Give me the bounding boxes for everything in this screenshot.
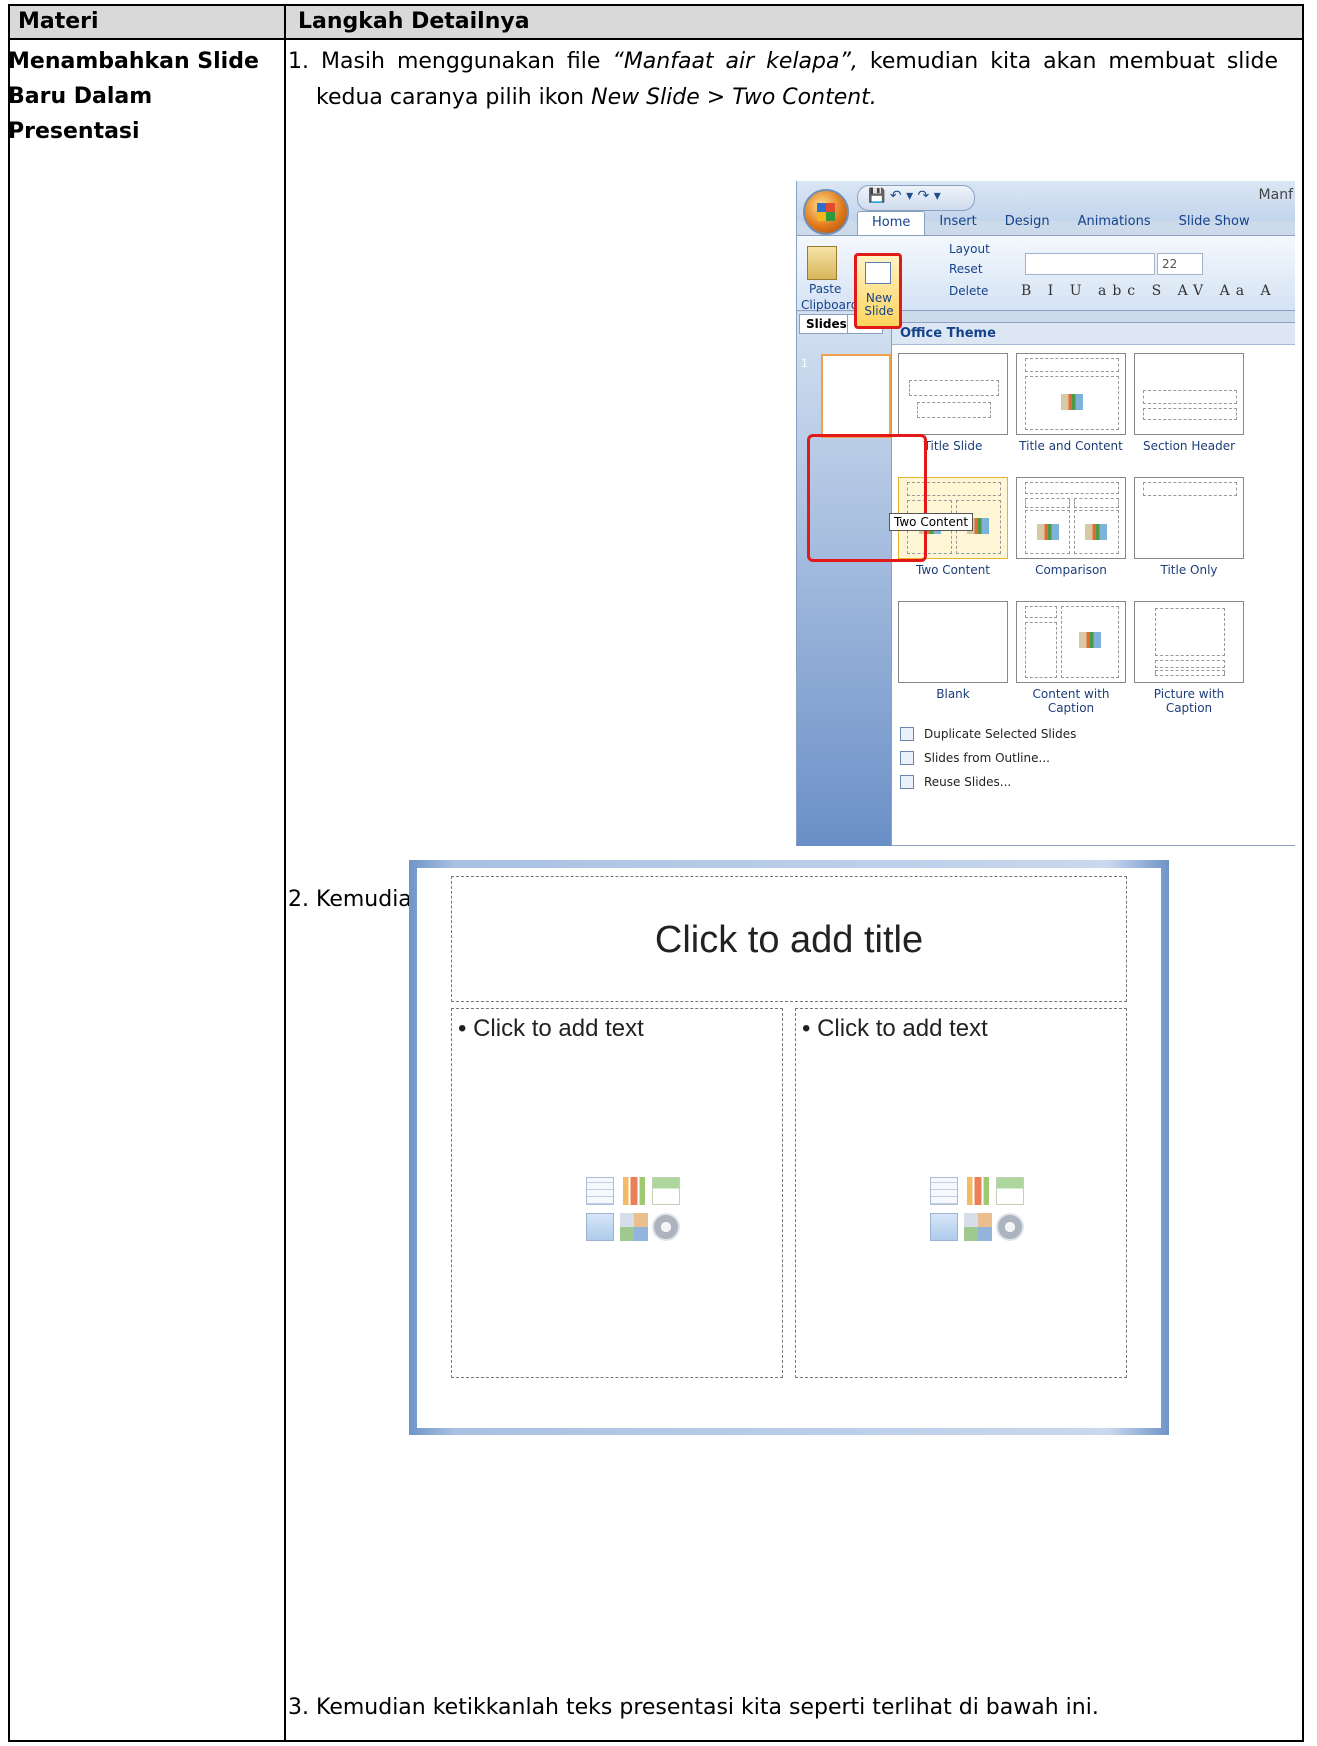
tab-insert[interactable]: Insert	[925, 211, 990, 235]
right-placeholder-text: • Click to add text	[802, 1015, 988, 1042]
tab-slides[interactable]: Slides	[799, 314, 854, 334]
layout-gallery: Office Theme Title Slide Title and Conte…	[891, 322, 1295, 846]
layout-picture-with-caption[interactable]: Picture with Caption	[1134, 601, 1244, 715]
slides-from-outline-icon	[900, 751, 914, 765]
two-content-highlight	[807, 434, 927, 562]
right-content-placeholder[interactable]: • Click to add text	[795, 1008, 1127, 1378]
insert-media-icon[interactable]	[652, 1213, 680, 1241]
new-slide-icon	[865, 262, 891, 284]
insert-clipart-icon[interactable]	[620, 1213, 648, 1241]
layout-label: Content with Caption	[1032, 687, 1110, 715]
layout-comparison[interactable]: Comparison	[1016, 477, 1126, 577]
layout-title-only[interactable]: Title Only	[1134, 477, 1244, 577]
topic-cell: Menambahkan Slide Baru Dalam Presentasi	[8, 49, 259, 144]
title-placeholder-text: Click to add title	[654, 919, 924, 961]
layout-blank[interactable]: Blank	[898, 601, 1008, 701]
step1-path: New Slide > Two Content.	[591, 85, 877, 110]
menu-duplicate-selected-slides[interactable]: Duplicate Selected Slides	[924, 727, 1076, 741]
slide-canvas: Click to add title • Click to add text •…	[417, 868, 1161, 1428]
insert-smartart-icon[interactable]	[652, 1177, 680, 1205]
office-theme-header: Office Theme	[892, 323, 1295, 345]
layout-label: Blank	[936, 687, 970, 701]
format-buttons[interactable]: B I U abc S AV Aa A	[1021, 283, 1277, 299]
menu-slides-from-outline[interactable]: Slides from Outline...	[924, 751, 1050, 765]
paste-icon[interactable]	[807, 246, 837, 280]
step1-prefix: 1. Masih menggunakan file	[288, 49, 613, 74]
column-divider	[284, 6, 286, 1740]
two-content-tooltip: Two Content	[889, 513, 974, 531]
layout-label: Two Content	[915, 563, 991, 577]
insert-chart-icon[interactable]	[620, 1177, 648, 1205]
font-name-box[interactable]	[1025, 253, 1155, 275]
slide-preview-frame: Click to add title • Click to add text •…	[409, 860, 1169, 1435]
table-header-row: Materi Langkah Detailnya	[10, 6, 1302, 40]
step-3: 3. Kemudian ketikkanlah teks presentasi …	[288, 1695, 1099, 1720]
insert-table-icon[interactable]	[930, 1177, 958, 1205]
window-title: Manf	[1258, 187, 1293, 203]
layout-label: Picture with Caption	[1153, 687, 1225, 715]
left-placeholder-text: • Click to add text	[458, 1015, 644, 1042]
layout-button[interactable]: Layout	[949, 242, 990, 256]
reset-button[interactable]: Reset	[949, 262, 983, 276]
layout-label: Comparison	[1035, 563, 1107, 577]
insert-smartart-icon[interactable]	[996, 1177, 1024, 1205]
tab-design[interactable]: Design	[991, 211, 1064, 235]
insert-table-icon[interactable]	[586, 1177, 614, 1205]
layout-label: Section Header	[1142, 439, 1236, 453]
content-icons-right	[930, 1177, 1024, 1245]
insert-picture-icon[interactable]	[586, 1213, 614, 1241]
tab-animations[interactable]: Animations	[1064, 211, 1165, 235]
menu-reuse-slides[interactable]: Reuse Slides...	[924, 775, 1011, 789]
tab-slide-show[interactable]: Slide Show	[1165, 211, 1264, 235]
slide-thumbnail[interactable]	[821, 354, 891, 438]
new-slide-button[interactable]: New Slide	[854, 253, 902, 329]
layout-content-with-caption[interactable]: Content with Caption	[1016, 601, 1126, 715]
ribbon-tabs: Home Insert Design Animations Slide Show	[857, 211, 1264, 235]
clipboard-group-label: Clipboard	[801, 298, 859, 312]
step-1: 1. Masih menggunakan file “Manfaat air k…	[288, 44, 1278, 116]
tab-home[interactable]: Home	[857, 211, 926, 235]
insert-media-icon[interactable]	[996, 1213, 1024, 1241]
header-materi: Materi	[18, 9, 99, 34]
delete-button[interactable]: Delete	[949, 284, 988, 298]
layout-section-header[interactable]: Section Header	[1134, 353, 1244, 453]
layout-title-and-content[interactable]: Title and Content	[1016, 353, 1126, 453]
thumbnail-number: 1	[801, 357, 808, 370]
insert-picture-icon[interactable]	[930, 1213, 958, 1241]
title-placeholder[interactable]: Click to add title	[451, 876, 1127, 1002]
reuse-slides-icon	[900, 775, 914, 789]
left-content-placeholder[interactable]: • Click to add text	[451, 1008, 783, 1378]
office-button-icon[interactable]	[803, 189, 849, 235]
insert-chart-icon[interactable]	[964, 1177, 992, 1205]
duplicate-slides-icon	[900, 727, 914, 741]
step1-filename: “Manfaat air kelapa”,	[612, 49, 858, 74]
paste-label[interactable]: Paste	[809, 282, 841, 296]
header-langkah: Langkah Detailnya	[298, 9, 530, 34]
font-size-box[interactable]: 22	[1157, 253, 1203, 275]
new-slide-label: New Slide	[864, 291, 894, 318]
quick-access-toolbar[interactable]: 💾 ↶ ▾ ↷ ▾	[857, 185, 975, 211]
layout-label: Title and Content	[1019, 439, 1123, 453]
insert-clipart-icon[interactable]	[964, 1213, 992, 1241]
layout-label: Title Only	[1160, 563, 1218, 577]
content-icons-left	[586, 1177, 680, 1245]
